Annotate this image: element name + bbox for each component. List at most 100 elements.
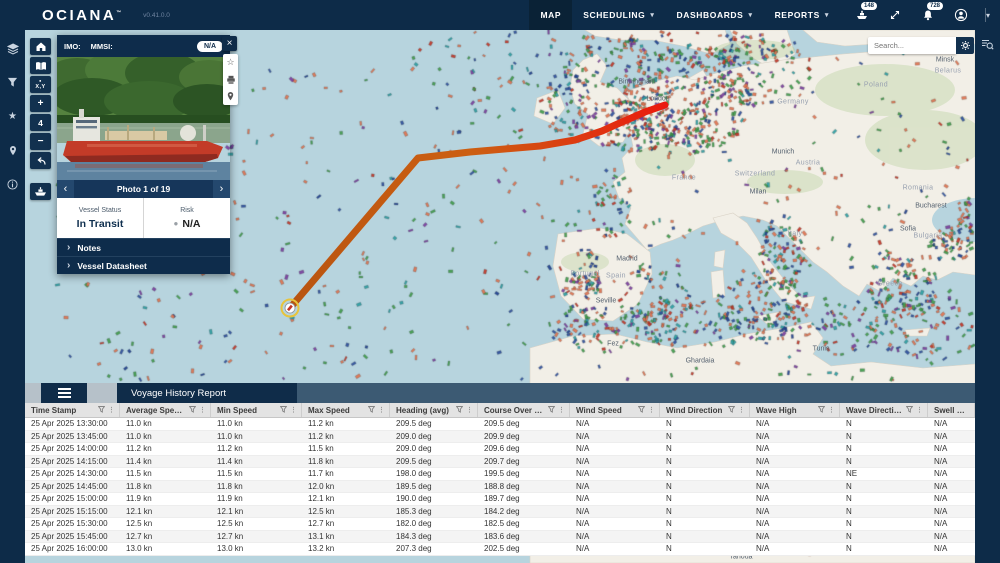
photo-prev-button[interactable]: ‹ [57, 180, 74, 198]
table-row[interactable]: 25 Apr 2025 15:15:0012.1 kn12.1 kn12.5 k… [25, 506, 975, 519]
column-menu-icon[interactable]: ⋮ [648, 406, 655, 414]
table-cell: N [660, 481, 750, 493]
vessel-datasheet-expander[interactable]: › Vessel Datasheet [57, 256, 230, 274]
table-row[interactable]: 25 Apr 2025 15:30:0012.5 kn12.5 kn12.7 k… [25, 518, 975, 531]
table-cell: 11.5 kn [211, 468, 302, 480]
table-cell: 209.9 deg [478, 431, 570, 443]
left-sidebar: ★ [0, 30, 25, 563]
vessel-count-icon[interactable]: 148 [854, 7, 870, 23]
close-panel-button[interactable]: × [222, 36, 237, 51]
filter-icon[interactable] [6, 76, 19, 89]
table-cell: 209.6 deg [478, 443, 570, 455]
notes-expander[interactable]: › Notes [57, 238, 230, 256]
nav-item-scheduling[interactable]: SCHEDULING▾ [572, 0, 665, 30]
table-cell: 25 Apr 2025 13:30:00 [25, 418, 120, 430]
table-row[interactable]: 25 Apr 2025 14:30:0011.5 kn11.5 kn11.7 k… [25, 468, 975, 481]
favorites-star-icon[interactable]: ★ [6, 110, 19, 123]
table-cell: N [660, 493, 750, 505]
column-header[interactable]: Time Stamp⋮ [25, 403, 120, 417]
table-cell: 209.5 deg [478, 418, 570, 430]
filter-funnel-icon[interactable] [189, 406, 196, 415]
filter-funnel-icon[interactable] [818, 406, 825, 415]
table-row[interactable]: 25 Apr 2025 13:30:0011.0 kn11.0 kn11.2 k… [25, 418, 975, 431]
column-header[interactable]: Heading (avg)⋮ [390, 403, 478, 417]
fleet-button[interactable] [30, 183, 51, 200]
nav-item-map[interactable]: MAP [529, 0, 572, 30]
nav-item-dashboards[interactable]: DASHBOARDS▾ [666, 0, 764, 30]
location-pin-icon[interactable] [6, 144, 19, 157]
table-cell: 11.2 kn [302, 431, 390, 443]
filter-funnel-icon[interactable] [280, 406, 287, 415]
column-menu-icon[interactable]: ⋮ [828, 406, 835, 414]
search-settings-button[interactable] [956, 37, 974, 54]
ociana-logo: OCIANA™ [42, 7, 121, 24]
photo-next-button[interactable]: › [213, 180, 230, 198]
table-menu-button[interactable] [41, 383, 87, 403]
vessel-id-badge: N/A [197, 41, 223, 52]
photo-carousel-nav: ‹ Photo 1 of 19 › [57, 180, 230, 198]
zoom-out-button[interactable]: − [30, 133, 51, 150]
zoom-in-button[interactable]: + [30, 95, 51, 112]
column-header[interactable]: Wave Direction⋮ [840, 403, 928, 417]
column-header[interactable]: Wind Direction⋮ [660, 403, 750, 417]
favorite-star-icon[interactable]: ☆ [225, 57, 236, 68]
filter-funnel-icon[interactable] [906, 406, 913, 415]
filter-funnel-icon[interactable] [456, 406, 463, 415]
table-row[interactable]: 25 Apr 2025 15:45:0012.7 kn12.7 kn13.1 k… [25, 531, 975, 544]
filter-funnel-icon[interactable] [368, 406, 375, 415]
column-menu-icon[interactable]: ⋮ [108, 406, 115, 414]
tracked-vessel-marker[interactable] [282, 300, 299, 317]
expand-icon[interactable] [887, 7, 903, 23]
table-cell: 11.5 kn [302, 443, 390, 455]
column-header[interactable]: Average Speed (SOG)⋮ [120, 403, 211, 417]
table-row[interactable]: 25 Apr 2025 14:45:0011.8 kn11.8 kn12.0 k… [25, 481, 975, 494]
filter-funnel-icon[interactable] [728, 406, 735, 415]
basemap-book-button[interactable] [30, 57, 51, 74]
column-menu-icon[interactable]: ⋮ [290, 406, 297, 414]
column-header[interactable]: Wave High⋮ [750, 403, 840, 417]
table-cell: 12.1 kn [120, 506, 211, 518]
table-cell: 13.2 kn [302, 543, 390, 555]
table-row[interactable]: 25 Apr 2025 15:00:0011.9 kn11.9 kn12.1 k… [25, 493, 975, 506]
table-row[interactable]: 25 Apr 2025 16:00:0013.0 kn13.0 kn13.2 k… [25, 543, 975, 556]
column-menu-icon[interactable]: ⋮ [558, 406, 565, 414]
user-profile-icon[interactable] [953, 7, 969, 23]
undo-button[interactable] [30, 152, 51, 169]
column-header[interactable]: Course Over Ground (...⋮ [478, 403, 570, 417]
column-menu-icon[interactable]: ⋮ [916, 406, 923, 414]
print-icon[interactable] [225, 74, 236, 85]
navbar-collapse-caret[interactable]: ▾ [986, 11, 990, 20]
filter-funnel-icon[interactable] [548, 406, 555, 415]
table-cell: N/A [570, 493, 660, 505]
column-menu-icon[interactable]: ⋮ [378, 406, 385, 414]
column-menu-icon[interactable]: ⋮ [738, 406, 745, 414]
notifications-bell-icon[interactable]: 728 [920, 7, 936, 23]
coordinates-xy-button[interactable]: ●X,Y [30, 76, 51, 93]
table-row[interactable]: 25 Apr 2025 13:45:0011.0 kn11.0 kn11.2 k… [25, 431, 975, 444]
table-cell: N [660, 431, 750, 443]
table-row[interactable]: 25 Apr 2025 14:00:0011.2 kn11.2 kn11.5 k… [25, 443, 975, 456]
table-cell: 11.2 kn [211, 443, 302, 455]
home-button[interactable] [30, 38, 51, 55]
info-icon[interactable] [6, 178, 19, 191]
column-header[interactable]: Min Speed⋮ [211, 403, 302, 417]
column-menu-icon[interactable]: ⋮ [199, 406, 206, 414]
pin-on-map-icon[interactable] [225, 91, 236, 102]
layers-icon[interactable] [6, 42, 19, 55]
filter-funnel-icon[interactable] [638, 406, 645, 415]
column-menu-icon[interactable]: ⋮ [466, 406, 473, 414]
tab-voyage-history-report[interactable]: Voyage History Report [117, 383, 297, 403]
nav-item-reports[interactable]: REPORTS▾ [764, 0, 840, 30]
column-header[interactable]: Swell High [928, 403, 975, 417]
table-cell: N [660, 506, 750, 518]
column-header[interactable]: Wind Speed⋮ [570, 403, 660, 417]
table-cell: N/A [928, 443, 975, 455]
legend-search-icon[interactable] [981, 38, 994, 51]
navbar-icon-group: 148 728 [854, 7, 969, 23]
table-cell: N [840, 543, 928, 555]
search-input[interactable] [868, 37, 956, 54]
filter-funnel-icon[interactable] [98, 406, 105, 415]
table-cell: 12.7 kn [120, 531, 211, 543]
column-header[interactable]: Max Speed⋮ [302, 403, 390, 417]
table-row[interactable]: 25 Apr 2025 14:15:0011.4 kn11.4 kn11.8 k… [25, 456, 975, 469]
